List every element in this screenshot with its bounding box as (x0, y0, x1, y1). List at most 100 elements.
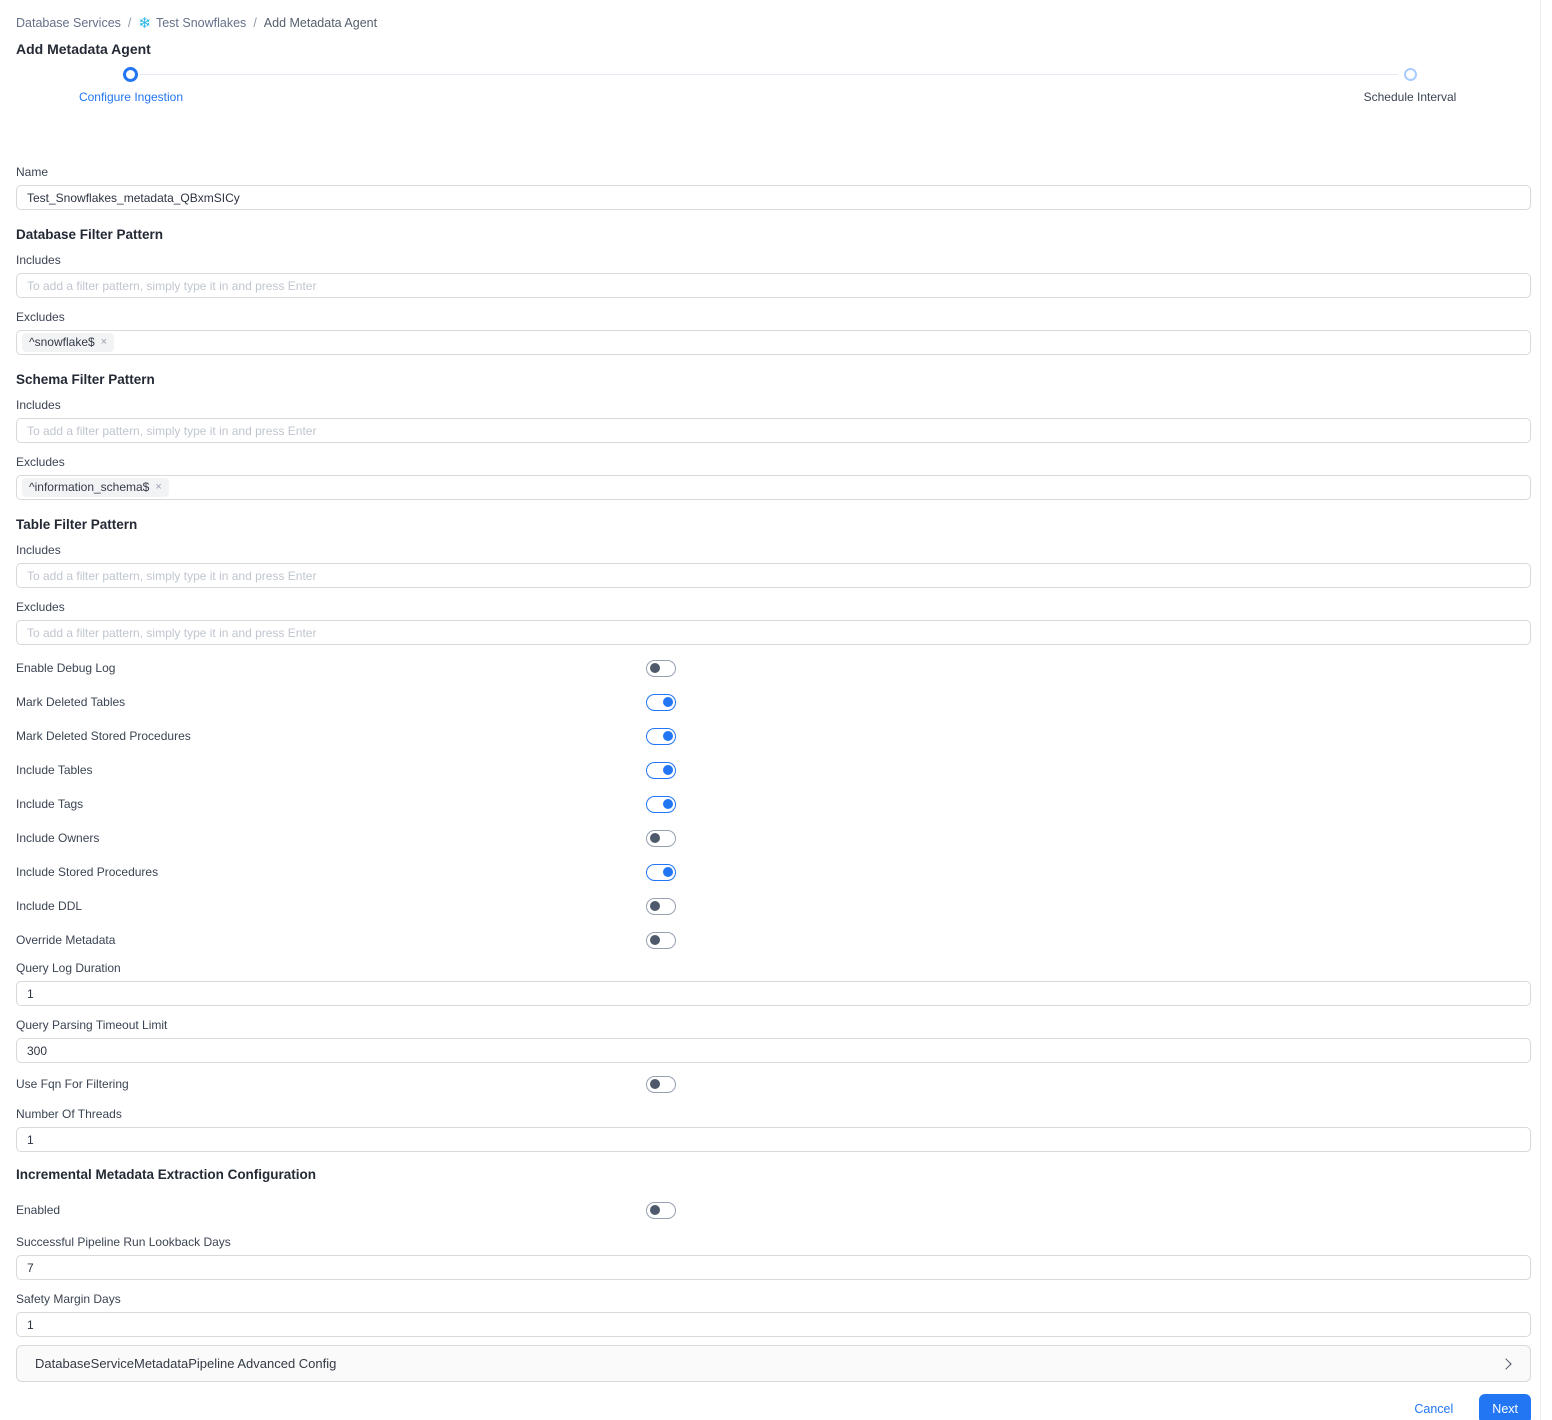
toggle-list: Enable Debug Log Mark Deleted Tables Mar… (16, 651, 1531, 957)
toggle-label: Include Owners (16, 830, 100, 845)
database-excludes-label: Excludes (16, 310, 65, 324)
incremental-extraction-title: Incremental Metadata Extraction Configur… (16, 1167, 317, 1182)
breadcrumb-current: Add Metadata Agent (263, 16, 378, 30)
number-of-threads-input[interactable] (16, 1127, 1531, 1152)
breadcrumb-separator: / (253, 16, 257, 30)
advanced-config-label: DatabaseServiceMetadataPipeline Advanced… (35, 1356, 337, 1371)
breadcrumb-separator: / (127, 16, 132, 30)
toggle-knob (662, 764, 673, 775)
toggle-label: Include Tables (16, 762, 93, 777)
chip-remove-icon[interactable]: × (101, 337, 107, 348)
step-configure-ingestion-label: Configure Ingestion (78, 90, 184, 104)
include-tags-toggle[interactable] (646, 795, 676, 813)
table-filter-pattern-title: Table Filter Pattern (16, 517, 138, 532)
number-of-threads-label: Number Of Threads (16, 1107, 122, 1121)
incremental-enabled-toggle[interactable] (646, 1201, 676, 1219)
metadata-agent-form: Name Database Filter Pattern Includes Ex… (16, 165, 1531, 1420)
toggle-label: Mark Deleted Tables (16, 694, 126, 709)
enable-debug-log-toggle[interactable] (646, 659, 676, 677)
table-includes-input[interactable] (16, 563, 1531, 588)
toggle-label: Override Metadata (16, 932, 116, 947)
query-parsing-timeout-limit-label: Query Parsing Timeout Limit (16, 1018, 168, 1032)
next-button[interactable]: Next (1479, 1394, 1531, 1420)
toggle-label: Include Stored Procedures (16, 864, 159, 879)
breadcrumb-test-snowflakes[interactable]: Test Snowflakes (156, 16, 246, 30)
toggle-row-use-fqn-for-filtering: Use Fqn For Filtering (16, 1067, 1531, 1101)
database-includes-input[interactable] (16, 273, 1531, 298)
form-footer: Cancel Next (16, 1394, 1531, 1420)
override-metadata-toggle[interactable] (646, 931, 676, 949)
filter-chip-text: ^snowflake$ (29, 335, 95, 349)
lookback-days-label: Successful Pipeline Run Lookback Days (16, 1235, 231, 1249)
toggle-row-include-owners: Include Owners (16, 821, 1531, 855)
snowflake-icon: ❄ (138, 14, 151, 32)
toggle-knob (649, 900, 660, 911)
toggle-knob (649, 1078, 660, 1089)
toggle-label: Include DDL (16, 898, 83, 913)
breadcrumb-database-services[interactable]: Database Services (16, 16, 121, 30)
name-label: Name (16, 165, 49, 179)
toggle-row-include-stored-procedures: Include Stored Procedures (16, 855, 1531, 889)
toggle-row-enable-debug-log: Enable Debug Log (16, 651, 1531, 685)
schema-excludes-input[interactable]: ^information_schema$ × (16, 475, 1531, 500)
name-input[interactable] (16, 185, 1531, 210)
schema-excludes-label: Excludes (16, 455, 65, 469)
schema-includes-label: Includes (16, 398, 61, 412)
stepper-connector (139, 74, 1398, 75)
add-metadata-agent-page: Database Services / ❄ Test Snowflakes / … (0, 0, 1552, 1420)
schema-filter-pattern-title: Schema Filter Pattern (16, 372, 155, 387)
filter-chip: ^snowflake$ × (22, 333, 115, 352)
toggle-knob (662, 730, 673, 741)
chevron-right-icon (1500, 1357, 1512, 1370)
toggle-label: Include Tags (16, 796, 84, 811)
toggle-row-mark-deleted-stored-procedures: Mark Deleted Stored Procedures (16, 719, 1531, 753)
filter-chip: ^information_schema$ × (22, 478, 169, 497)
toggle-knob (649, 934, 660, 945)
table-includes-label: Includes (16, 543, 61, 557)
mark-deleted-stored-procedures-toggle[interactable] (646, 727, 676, 745)
database-includes-label: Includes (16, 253, 61, 267)
safety-margin-days-input[interactable] (16, 1312, 1531, 1337)
toggle-knob (649, 662, 660, 673)
toggle-knob (662, 798, 673, 809)
toggle-row-override-metadata: Override Metadata (16, 923, 1531, 957)
toggle-label: Enabled (16, 1202, 61, 1217)
toggle-label: Use Fqn For Filtering (16, 1076, 129, 1091)
toggle-knob (662, 696, 673, 707)
include-tables-toggle[interactable] (646, 761, 676, 779)
step-configure-ingestion-circle[interactable] (123, 67, 138, 82)
database-excludes-input[interactable]: ^snowflake$ × (16, 330, 1531, 355)
table-excludes-label: Excludes (16, 600, 65, 614)
lookback-days-input[interactable] (16, 1255, 1531, 1280)
table-excludes-input[interactable] (16, 620, 1531, 645)
include-stored-procedures-toggle[interactable] (646, 863, 676, 881)
use-fqn-for-filtering-toggle[interactable] (646, 1075, 676, 1093)
cancel-button[interactable]: Cancel (1414, 1402, 1453, 1416)
toggle-knob (649, 1204, 660, 1215)
toggle-knob (649, 832, 660, 843)
mark-deleted-tables-toggle[interactable] (646, 693, 676, 711)
toggle-row-include-tags: Include Tags (16, 787, 1531, 821)
query-log-duration-label: Query Log Duration (16, 961, 121, 975)
safety-margin-days-label: Safety Margin Days (16, 1292, 121, 1306)
stepper: Configure Ingestion Schedule Interval (16, 66, 1531, 110)
step-schedule-interval-circle (1404, 68, 1417, 81)
schema-includes-input[interactable] (16, 418, 1531, 443)
panel-right-edge (1540, 0, 1541, 1420)
step-schedule-interval-label: Schedule Interval (1363, 90, 1457, 104)
chip-remove-icon[interactable]: × (155, 482, 161, 493)
query-parsing-timeout-limit-input[interactable] (16, 1038, 1531, 1063)
database-filter-pattern-title: Database Filter Pattern (16, 227, 164, 242)
toggle-label: Mark Deleted Stored Procedures (16, 728, 191, 743)
toggle-row-include-ddl: Include DDL (16, 889, 1531, 923)
filter-chip-text: ^information_schema$ (29, 480, 150, 494)
include-owners-toggle[interactable] (646, 829, 676, 847)
toggle-row-include-tables: Include Tables (16, 753, 1531, 787)
toggle-knob (662, 866, 673, 877)
query-log-duration-input[interactable] (16, 981, 1531, 1006)
advanced-config-panel[interactable]: DatabaseServiceMetadataPipeline Advanced… (16, 1345, 1531, 1382)
toggle-row-mark-deleted-tables: Mark Deleted Tables (16, 685, 1531, 719)
toggle-row-enabled: Enabled (16, 1193, 1531, 1227)
breadcrumb: Database Services / ❄ Test Snowflakes / … (16, 0, 1531, 32)
include-ddl-toggle[interactable] (646, 897, 676, 915)
